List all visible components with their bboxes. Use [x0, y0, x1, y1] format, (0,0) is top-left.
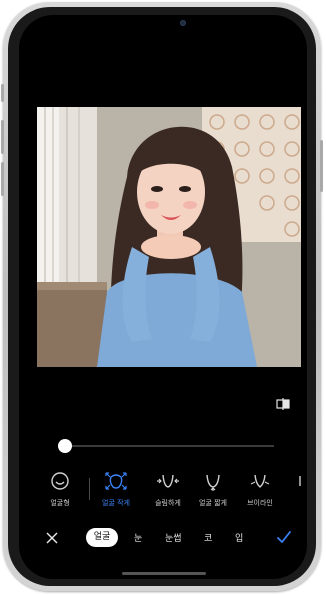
tool-face-small[interactable]: 얼굴 작게	[88, 470, 144, 510]
slim-icon	[157, 474, 179, 488]
tool-face-shape[interactable]: 얼굴형	[32, 470, 88, 510]
tool-label: 얼굴 작게	[102, 499, 130, 507]
tool-partial[interactable]	[286, 470, 306, 510]
tab-nose[interactable]: 코	[204, 531, 212, 544]
front-camera	[180, 20, 186, 26]
intensity-slider-thumb[interactable]	[58, 439, 72, 453]
tool-label: 브이라인	[247, 499, 273, 507]
home-indicator	[122, 572, 206, 575]
tab-mouth[interactable]: 입	[235, 531, 243, 544]
v-line-icon	[250, 474, 270, 488]
tool-v-line[interactable]: 브이라인	[232, 470, 288, 510]
silent-switch	[1, 84, 4, 102]
compare-icon[interactable]	[276, 397, 290, 411]
face-short-icon	[206, 474, 220, 491]
intensity-slider-track[interactable]	[62, 445, 274, 447]
notch	[93, 15, 233, 37]
face-small-icon	[105, 472, 127, 490]
tab-eyebrows[interactable]: 눈썹	[165, 531, 182, 544]
tab-face[interactable]: 얼굴	[86, 528, 118, 547]
close-icon[interactable]	[45, 531, 59, 545]
face-shape-icon	[51, 472, 69, 490]
check-icon[interactable]	[276, 530, 292, 544]
edit-photo	[37, 107, 301, 367]
volume-down-button	[1, 162, 4, 196]
partial-tool-icon	[299, 476, 301, 486]
tool-label: 얼굴형	[50, 499, 70, 507]
tab-eyes[interactable]: 눈	[134, 531, 142, 544]
volume-up-button	[1, 120, 4, 154]
power-button	[320, 140, 323, 192]
